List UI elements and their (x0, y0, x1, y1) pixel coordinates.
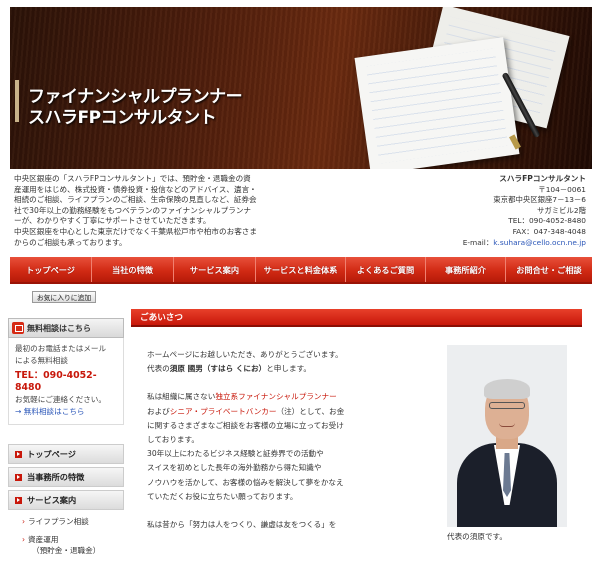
greeting-line: 代表の須原 國男（すはら くにお）と申します。 (147, 364, 312, 374)
consult-text: による無料相談 (15, 356, 68, 365)
highlight-text: 独立系ファイナンシャルプランナー (215, 392, 337, 402)
consult-tel: TEL：090-4052-8480 (15, 370, 97, 393)
email-row: E-mail：k.suhara@cello.ocn.ne.jp (386, 238, 586, 249)
free-consult-header[interactable]: 無料相談はこちら (8, 318, 124, 338)
representative-name: 須原 國男（すはら くにお） (169, 364, 267, 374)
sidebar-item-label: サービス案内 (27, 495, 77, 505)
nav-features[interactable]: 当社の特徴 (92, 257, 174, 282)
sidebar-item-label: トップページ (27, 449, 76, 459)
postal-code: 〒104－0061 (538, 184, 586, 194)
hero-banner: ファイナンシャルプランナー スハラFPコンサルタント (10, 7, 592, 169)
add-favorite-button[interactable]: お気に入りに追加 (32, 291, 96, 303)
nav-pricing[interactable]: サービスと料金体系 (256, 257, 346, 282)
greeting-line: 30年以上にわたるビジネス経験と証券界での活動や (147, 449, 324, 459)
photo-caption: 代表の須原です。 (447, 532, 507, 541)
chevron-right-icon: › (22, 517, 26, 526)
free-consult-title: 無料相談はこちら (27, 323, 91, 333)
address: 東京都中央区銀座7－13－6 (493, 195, 586, 205)
greeting-text: ホームページにお越しいただき、ありがとうございます。 代表の須原 國男（すはら … (147, 348, 382, 532)
greeting-line: に関するさまざまなご相談をお客様の立場に立ってお受け (147, 420, 344, 430)
sub-item-label: ライフプラン相談 (28, 517, 89, 526)
section-title: ごあいさつ (131, 309, 582, 327)
intro-line: 中央区銀座を中心とした東京だけでなく千葉県松戸市や柏市のお客さま (14, 226, 257, 236)
nav-faq[interactable]: よくあるご質問 (346, 257, 426, 282)
intro-line: 相続のご相談、ライフプランのご相談、生命保険の見直しなど、証券会 (14, 195, 257, 205)
consult-text: お気軽にご連絡ください。 (15, 395, 106, 404)
sidebar-sub-asset-note[interactable]: （預貯金・退職金） (32, 546, 100, 556)
free-consult-box: 無料相談はこちら 最初のお電話またはメール による無料相談 TEL：090-40… (8, 318, 124, 425)
fax: FAX：047-348-4048 (512, 226, 586, 236)
sidebar-sub-asset[interactable]: › 資産運用 (22, 535, 58, 545)
company-name: スハラFPコンサルタント (499, 174, 586, 183)
tel: TEL：090-4052-8480 (508, 216, 586, 226)
consult-link[interactable]: → 無料相談はこちら (15, 406, 118, 418)
greeting-line: ホームページにお越しいただき、ありがとうございます。 (147, 350, 343, 359)
intro-line: 産運用をはじめ、株式投資・債券投資・投信などのアドバイス、遺言・ (14, 184, 257, 194)
arrow-icon (15, 450, 22, 458)
representative-photo (447, 345, 567, 527)
contact-block: スハラFPコンサルタント 〒104－0061 東京都中央区銀座7－13－6 サガ… (386, 174, 586, 248)
greeting-line: しております。 (147, 435, 199, 445)
intro-line: 中央区銀座の「スハラFPコンサルタント」では、預貯金・退職金の資 (14, 174, 251, 183)
sidebar-sub-life-plan[interactable]: › ライフプラン相談 (22, 517, 89, 527)
arrow-icon (15, 496, 22, 504)
site-title-line2: スハラFPコンサルタント (28, 108, 217, 128)
title-accent-bar (15, 80, 19, 122)
greeting-line: スイスを初めとした長年の海外勤務から得た知識や (147, 463, 322, 473)
sidebar-item-services[interactable]: サービス案内 (8, 490, 124, 510)
arrow-icon (15, 473, 22, 481)
sidebar-item-label: 当事務所の特徴 (27, 472, 85, 482)
mail-icon (12, 322, 24, 334)
sidebar-item-features[interactable]: 当事務所の特徴 (8, 467, 124, 487)
greeting-line: 私は昔から「努力は人をつくり、謙虚は友をつくる」を (147, 520, 337, 530)
sub-item-label: 資産運用 (28, 535, 59, 544)
sidebar-item-top[interactable]: トップページ (8, 444, 124, 464)
email-label: E-mail： (462, 237, 494, 247)
intro-text: 中央区銀座の「スハラFPコンサルタント」では、預貯金・退職金の資 産運用をはじめ… (14, 174, 286, 248)
chevron-right-icon: › (22, 535, 26, 544)
global-nav: トップページ 当社の特徴 サービス案内 サービスと料金体系 よくあるご質問 事務… (10, 257, 592, 284)
nav-top-page[interactable]: トップページ (10, 257, 92, 282)
free-consult-body: 最初のお電話またはメール による無料相談 TEL：090-4052-8480 お… (8, 338, 124, 425)
highlight-text: シニア・プライベートバンカー (169, 406, 277, 416)
greeting-line: ノウハウを活かして、お客様の悩みを解決して夢をかなえ (147, 477, 344, 487)
intro-line: ーが、わかりやすく丁寧にサポートさせていただきます。 (14, 216, 211, 226)
paper-sheet-image (354, 37, 520, 169)
greeting-line: ていただくお役に立ちたい願っております。 (147, 491, 298, 501)
nav-contact[interactable]: お問合せ・ご相談 (506, 257, 592, 282)
intro-line: 社で30年以上の勤務経験をもつベテランのファイナンシャルプランナ (14, 205, 252, 215)
nav-office[interactable]: 事務所紹介 (426, 257, 506, 282)
email-link[interactable]: k.suhara@cello.ocn.ne.jp (493, 238, 586, 247)
greeting-line: 私は組織に属さない独立系ファイナンシャルプランナー (147, 392, 337, 402)
intro-line: からのご相談も承っております。 (14, 237, 127, 247)
greeting-line: およびシニア・プライベートバンカー（注）として、お金 (147, 406, 345, 416)
building: サガミビル2階 (536, 205, 586, 215)
nav-services[interactable]: サービス案内 (174, 257, 256, 282)
consult-text: 最初のお電話またはメール (15, 344, 107, 353)
